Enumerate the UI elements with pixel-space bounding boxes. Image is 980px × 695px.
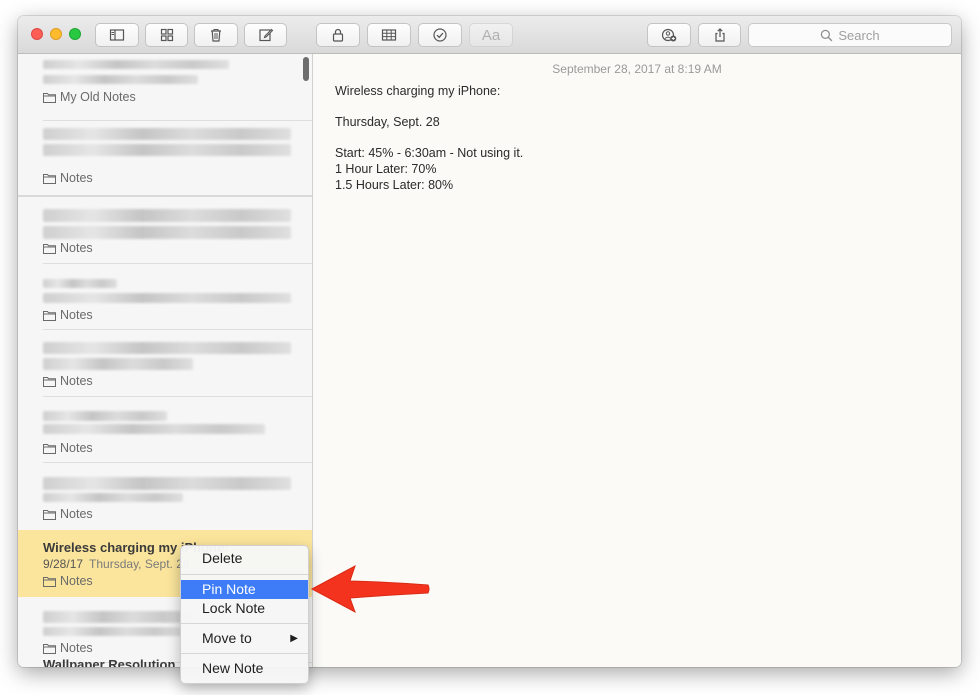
note-timestamp: September 28, 2017 at 8:19 AM [552,62,722,76]
blurred-note-title [43,611,193,623]
folder-icon [43,92,56,103]
blurred-note-title [43,411,167,421]
note-line: Wireless charging my iPhone: [335,84,501,98]
lock-icon [332,28,344,42]
search-field[interactable]: Search [748,23,952,47]
folder-icon [43,376,56,387]
share-icon [714,28,725,42]
note-folder-label: Notes [43,507,93,521]
compose-button[interactable] [244,23,287,47]
note-body[interactable]: Wireless charging my iPhone: Thursday, S… [335,84,523,193]
note-folder-label: Notes [43,441,93,455]
notes-window: Aa Search My Old Notes Notes Notes Notes… [18,16,961,667]
note-list-item[interactable]: My Old Notes [18,54,312,121]
note-date-preview: 9/28/17 Thursday, Sept. 28 [43,557,190,571]
blurred-note-title [43,342,291,354]
folder-icon [43,443,56,454]
note-line: 1 Hour Later: 70% [335,161,437,176]
menu-item-pin-note[interactable]: Pin Note [181,580,308,599]
blurred-note-preview [43,75,198,84]
search-placeholder: Search [838,27,880,43]
sidebar-toggle-button[interactable] [95,23,139,47]
menu-separator [181,574,308,575]
note-line: 1.5 Hours Later: 80% [335,177,454,192]
collaborate-icon [661,28,677,42]
note-title: Wallpaper Resolution [43,657,176,667]
blurred-note-preview [43,424,265,434]
blurred-note-title [43,128,291,140]
menu-item-move-to-label: Move to [202,630,252,646]
table-button[interactable] [367,23,411,47]
sidebar-toggle-icon [109,29,125,41]
checklist-icon [433,28,447,42]
folder-icon [43,310,56,321]
add-people-button[interactable] [647,23,691,47]
note-list-item[interactable]: Notes [18,264,312,330]
note-list-item[interactable]: Notes [18,197,312,264]
red-arrow-annotation [310,564,430,614]
blurred-note-preview [43,226,291,239]
zoom-window-button[interactable] [69,28,81,40]
menu-item-lock-note[interactable]: Lock Note [181,599,308,618]
note-list-item[interactable]: Notes [18,463,312,530]
menu-separator [181,623,308,624]
lock-button[interactable] [316,23,360,47]
menu-item-new-note[interactable]: New Note [181,659,308,678]
blurred-note-preview [43,144,291,156]
blurred-note-preview [43,293,291,303]
folder-icon [43,509,56,520]
attachments-grid-icon [160,28,173,42]
note-folder-label: Notes [43,374,93,388]
share-button[interactable] [698,23,741,47]
format-button[interactable]: Aa [469,23,513,47]
note-line [335,131,523,147]
attachments-button[interactable] [145,23,188,47]
blurred-note-preview [43,627,183,636]
compose-icon [258,28,273,42]
blurred-note-title [43,60,229,69]
close-window-button[interactable] [31,28,43,40]
menu-separator [181,653,308,654]
table-icon [381,29,397,41]
note-line [335,100,523,116]
note-list-item[interactable]: Notes [18,121,312,197]
folder-icon [43,576,56,587]
format-text-icon: Aa [481,26,501,44]
folder-icon [43,173,56,184]
folder-icon [43,643,56,654]
note-folder-label: Notes [43,171,93,185]
context-menu: Delete Pin Note Lock Note Move to ▶ New … [180,545,309,684]
checklist-button[interactable] [418,23,462,47]
blurred-note-title [43,209,291,222]
folder-icon [43,243,56,254]
note-line: Start: 45% - 6:30am - Not using it. [335,146,524,161]
menu-item-delete[interactable]: Delete [181,549,308,568]
note-line: Thursday, Sept. 28 [335,115,440,130]
minimize-window-button[interactable] [50,28,62,40]
blurred-note-preview [43,358,193,370]
note-date: 9/28/17 [43,557,84,571]
submenu-arrow-icon: ▶ [290,633,298,644]
search-icon [821,29,833,41]
note-folder-label: Notes [43,574,93,588]
note-list-item[interactable]: Notes [18,397,312,463]
note-folder-label: My Old Notes [43,90,136,104]
trash-icon [211,28,221,42]
blurred-note-title [43,477,291,490]
delete-button[interactable] [194,23,238,47]
sidebar-scrollbar[interactable] [303,57,309,81]
toolbar: Aa Search [18,16,961,54]
note-list-item[interactable]: Notes [18,330,312,397]
note-preview: Thursday, Sept. 28 [89,557,190,571]
note-folder-label: Notes [43,308,93,322]
blurred-note-title [43,279,117,288]
note-folder-label: Notes [43,241,93,255]
blurred-note-preview [43,493,183,502]
menu-item-move-to[interactable]: Move to ▶ [181,629,308,648]
